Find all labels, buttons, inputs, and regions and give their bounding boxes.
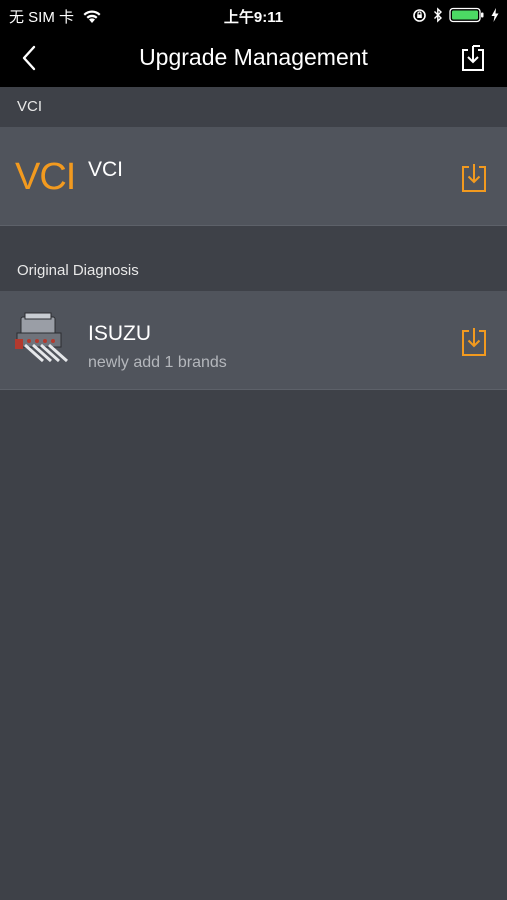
download-icon — [462, 164, 486, 192]
item-subtitle: newly add 1 brands — [88, 354, 227, 371]
item-title: VCI — [88, 158, 124, 181]
section-header-original-diagnosis: Original Diagnosis — [0, 251, 507, 291]
battery-icon — [449, 7, 484, 23]
status-bar: 无 SIM 卡 上午9:11 — [0, 0, 507, 30]
page-title: Upgrade Management — [139, 44, 368, 70]
charging-bolt-icon — [491, 8, 499, 22]
section-header-vci: VCI — [0, 87, 507, 127]
chevron-left-icon — [22, 45, 36, 71]
download-button-isuzu[interactable] — [460, 325, 490, 357]
download-button-vci[interactable] — [460, 161, 490, 193]
back-button[interactable] — [14, 42, 44, 74]
download-all-icon — [462, 45, 484, 71]
bluetooth-icon — [434, 7, 443, 23]
status-right — [412, 7, 499, 23]
vci-logo: VCI — [15, 156, 76, 198]
list-item-isuzu[interactable]: ISUZU newly add 1 brands — [0, 291, 507, 390]
list-item-vci[interactable]: VCI VCI — [0, 127, 507, 226]
download-all-button[interactable] — [457, 42, 489, 74]
item-title: ISUZU — [88, 322, 151, 345]
engine-icon — [15, 312, 68, 363]
orientation-lock-icon — [413, 8, 426, 22]
nav-bar: Upgrade Management — [0, 30, 507, 87]
download-icon — [462, 328, 486, 356]
